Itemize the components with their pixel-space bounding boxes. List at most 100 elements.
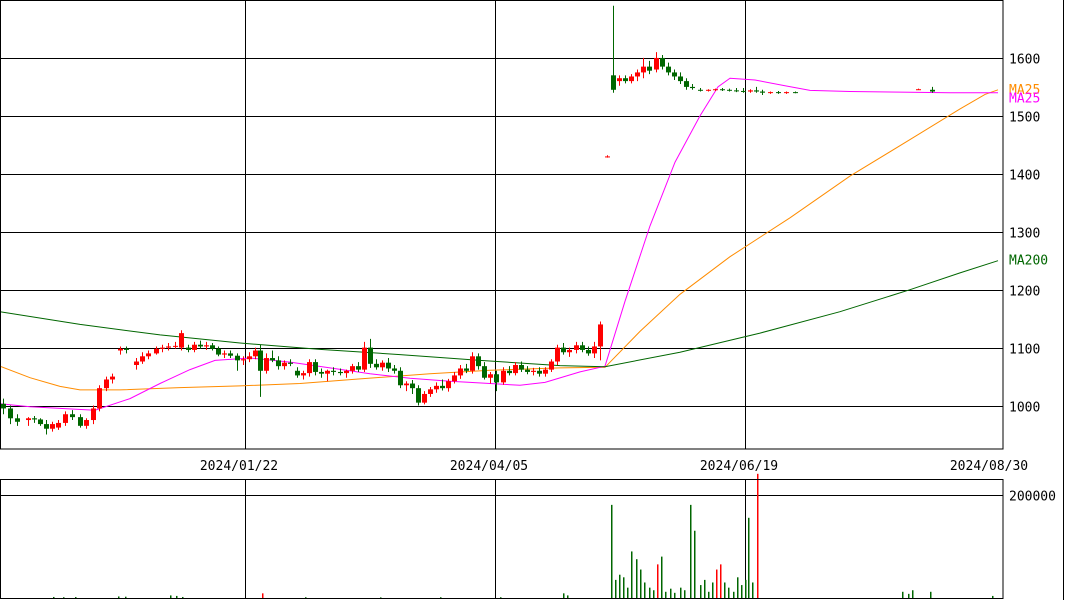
candle-body [617,78,622,82]
candle-body [654,57,659,70]
candle-body [192,344,197,350]
candle-body [295,370,300,376]
candle-body [635,72,640,77]
candle-body [368,347,373,364]
volume-bar [118,596,120,598]
candle-body [580,345,585,350]
volume-bar [680,587,682,598]
volume-bar [75,597,77,598]
candle-body [154,348,159,354]
candle-body [641,66,646,73]
candle-body [344,370,349,374]
volume-bar [661,556,663,598]
candle-body [488,374,493,378]
candle-body [494,374,499,383]
candle-body [97,388,102,409]
volume-bar [704,579,706,598]
volume-bar [708,591,710,598]
candle-body [26,418,31,421]
candle-body [543,369,548,374]
candle-body [110,376,115,380]
candle-body [416,388,421,403]
volume-bar [684,590,686,598]
candle-body [754,90,759,92]
volume-bar [912,590,914,598]
candle-body [282,362,287,367]
candle-body [325,370,330,374]
candle-body [50,424,55,429]
volume-bar [182,596,184,598]
date-tick-label: 2024/01/22 [200,459,278,474]
volume-bar [380,597,382,598]
candle-body [507,370,512,374]
candle-body [362,347,367,370]
candle-body [204,345,209,347]
volume-bar [631,551,633,598]
volume-bar [712,582,714,598]
volume-bar [716,569,718,598]
candle-body [247,356,252,360]
candle-body [386,362,391,369]
volume-bar [752,582,754,598]
volume-bar [992,595,994,598]
candle-body [356,366,361,370]
date-tick-label: 2024/04/05 [450,459,528,474]
price-tick-label: 1100 [1009,343,1040,358]
candle-body [592,346,597,354]
candle [416,385,421,406]
volume-bar [724,582,726,598]
candle-body [537,370,542,374]
candle-body [179,333,184,348]
candle-body [56,422,61,428]
volume-bar [563,593,565,598]
candle-body [452,375,457,382]
volume-bar [665,591,667,598]
candle-body [276,360,281,367]
candle-body [253,350,258,357]
candle-body [1,403,6,409]
volume-bar [63,597,65,598]
candle-body [198,344,203,347]
volume-bar [640,569,642,598]
date-tick-label: 2024/08/30 [950,459,1028,474]
candle-body [519,364,524,370]
volume-bar [262,593,264,598]
candle-body [561,347,566,353]
volume-bar [690,504,692,598]
candle-body [605,156,610,158]
volume-bar [125,596,127,598]
candle-body [464,368,469,371]
candle-body [410,383,415,389]
candle-body [186,347,191,350]
volume-bar [653,590,655,598]
volume-bar [53,596,55,598]
price-tick-label: 1300 [1009,227,1040,242]
volume-tick-label: 200000 [1009,490,1056,505]
price-tick-label: 1000 [1009,401,1040,416]
candle-body [166,346,171,348]
candle-body [690,86,695,89]
candle-body [32,418,37,420]
volume-bar [644,582,646,598]
candle-body [313,362,318,372]
volume-bar [757,473,759,598]
candle-body [440,385,445,389]
candle-body [173,345,178,347]
candle-body [930,89,935,92]
candle-body [15,418,20,422]
volume-bar [670,588,672,598]
volume-bar [741,585,743,598]
candle-body [78,417,83,426]
volume-bar [649,587,651,598]
volume-bar [674,592,676,598]
price-tick-label: 1600 [1009,53,1040,68]
candle-body [531,370,536,372]
candle-body [555,347,560,362]
candle-body [374,363,379,368]
candle-body [916,89,921,91]
candle-body [270,358,275,361]
volume-bar [440,597,442,598]
candle-body [784,92,789,94]
volume-bar [636,559,638,598]
candle-body [647,66,652,71]
